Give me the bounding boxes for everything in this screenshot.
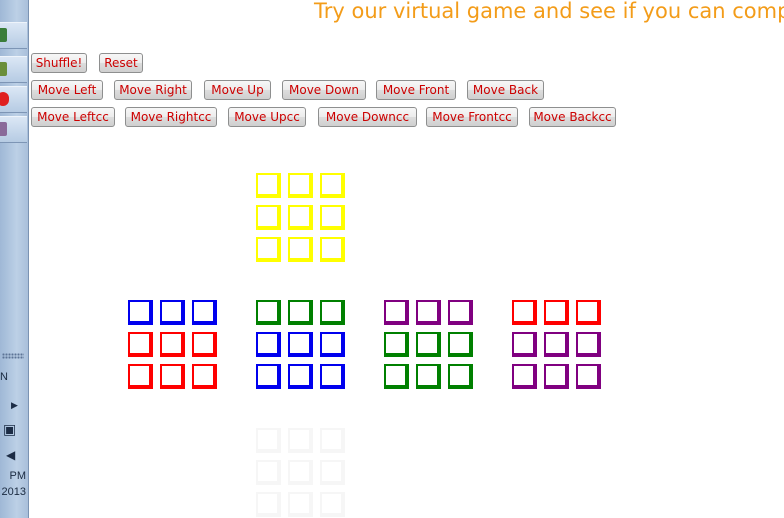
cube-cell-yellow [256,173,281,198]
move-right-button[interactable]: Move Right [114,80,192,100]
cube-cell-green [288,300,313,325]
cube-cell-purple [544,364,569,389]
move-backcc-button[interactable]: Move Backcc [529,107,616,127]
app-icon [0,28,7,42]
page: N ▶ ▣ ◀ PM 2013 Try our virtual game and… [0,0,784,518]
cube-cell-yellow [320,237,345,262]
cube-cell-yellow [288,173,313,198]
cube-cell-green [384,332,409,357]
cube-cell-purple [512,364,537,389]
cube-cell-red [160,332,185,357]
cube-cell-ghost [288,428,313,453]
taskbar-partial-label: N [0,371,8,383]
taskbar-button-1[interactable] [0,22,27,49]
move-downcc-button[interactable]: Move Downcc [318,107,417,127]
cube-cell-purple [576,364,601,389]
cube-cell-blue [256,364,281,389]
app-icon [0,62,7,76]
move-left-button[interactable]: Move Left [31,80,103,100]
cube-cell-blue [256,332,281,357]
move-front-button[interactable]: Move Front [376,80,456,100]
cube-cell-blue [288,364,313,389]
cube-cell-red [192,364,217,389]
cube-cell-yellow [256,205,281,230]
cube-cell-blue [128,300,153,325]
taskbar: N ▶ ▣ ◀ PM 2013 [0,0,29,518]
cube-cell-green [320,300,345,325]
cube-cell-blue [320,332,345,357]
cube-cell-purple [384,300,409,325]
cube-cell-purple [512,332,537,357]
cube-cell-ghost [320,492,345,517]
cube-cell-ghost [320,428,345,453]
move-up-button[interactable]: Move Up [204,80,271,100]
cube-cell-green [384,364,409,389]
cube-cell-purple [544,332,569,357]
cube-cell-yellow [288,205,313,230]
cube-cell-blue [192,300,217,325]
cube-cell-blue [288,332,313,357]
cube-face-front [256,300,352,396]
move-frontcc-button[interactable]: Move Frontcc [426,107,518,127]
cube-cell-yellow [256,237,281,262]
cube-face-top [256,173,352,269]
cube-cell-red [576,300,601,325]
cube-cell-red [160,364,185,389]
move-down-button[interactable]: Move Down [282,80,366,100]
cube-cell-red [512,300,537,325]
cube-face-back [512,300,608,396]
shuffle-button[interactable]: Shuffle! [31,53,87,73]
taskbar-button-4[interactable] [0,116,27,143]
cube-cell-green [448,332,473,357]
reset-button[interactable]: Reset [99,53,143,73]
cube-cell-yellow [320,205,345,230]
cube-cell-green [416,364,441,389]
clipboard-icon[interactable]: ▣ [3,423,16,437]
cube-cell-purple [416,300,441,325]
cube-cell-ghost [256,460,281,485]
move-back-button[interactable]: Move Back [467,80,544,100]
cube-cell-ghost [288,460,313,485]
move-rightcc-button[interactable]: Move Rightcc [125,107,217,127]
cube-cell-red [192,332,217,357]
cube-cell-ghost [288,492,313,517]
cube-cell-green [448,364,473,389]
taskbar-button-3[interactable] [0,86,27,113]
cube-cell-blue [160,300,185,325]
cube-cell-ghost [256,492,281,517]
move-upcc-button[interactable]: Move Upcc [228,107,306,127]
move-leftcc-button[interactable]: Move Leftcc [31,107,115,127]
cube-cell-yellow [320,173,345,198]
cube-cell-green [256,300,281,325]
cube-cell-ghost [320,460,345,485]
speaker-icon[interactable]: ◀ [6,449,15,461]
cube-cell-ghost [256,428,281,453]
cube-cell-yellow [288,237,313,262]
record-icon [0,92,9,106]
cube-face-bottom [256,428,352,518]
cube-cell-red [128,332,153,357]
cube-face-left [128,300,224,396]
cube-cell-blue [320,364,345,389]
taskbar-grip [2,353,24,359]
cube-cell-purple [576,332,601,357]
cube-cell-purple [448,300,473,325]
cube-cell-red [544,300,569,325]
clock-year[interactable]: 2013 [0,486,26,498]
cube-cell-red [128,364,153,389]
cube-cell-green [416,332,441,357]
taskbar-button-2[interactable] [0,56,27,83]
cube-face-right [384,300,480,396]
app-icon [0,122,7,136]
page-title: Try our virtual game and see if you can … [314,0,784,23]
clock-time[interactable]: PM [0,470,27,482]
chevron-right-icon[interactable]: ▶ [11,400,18,412]
